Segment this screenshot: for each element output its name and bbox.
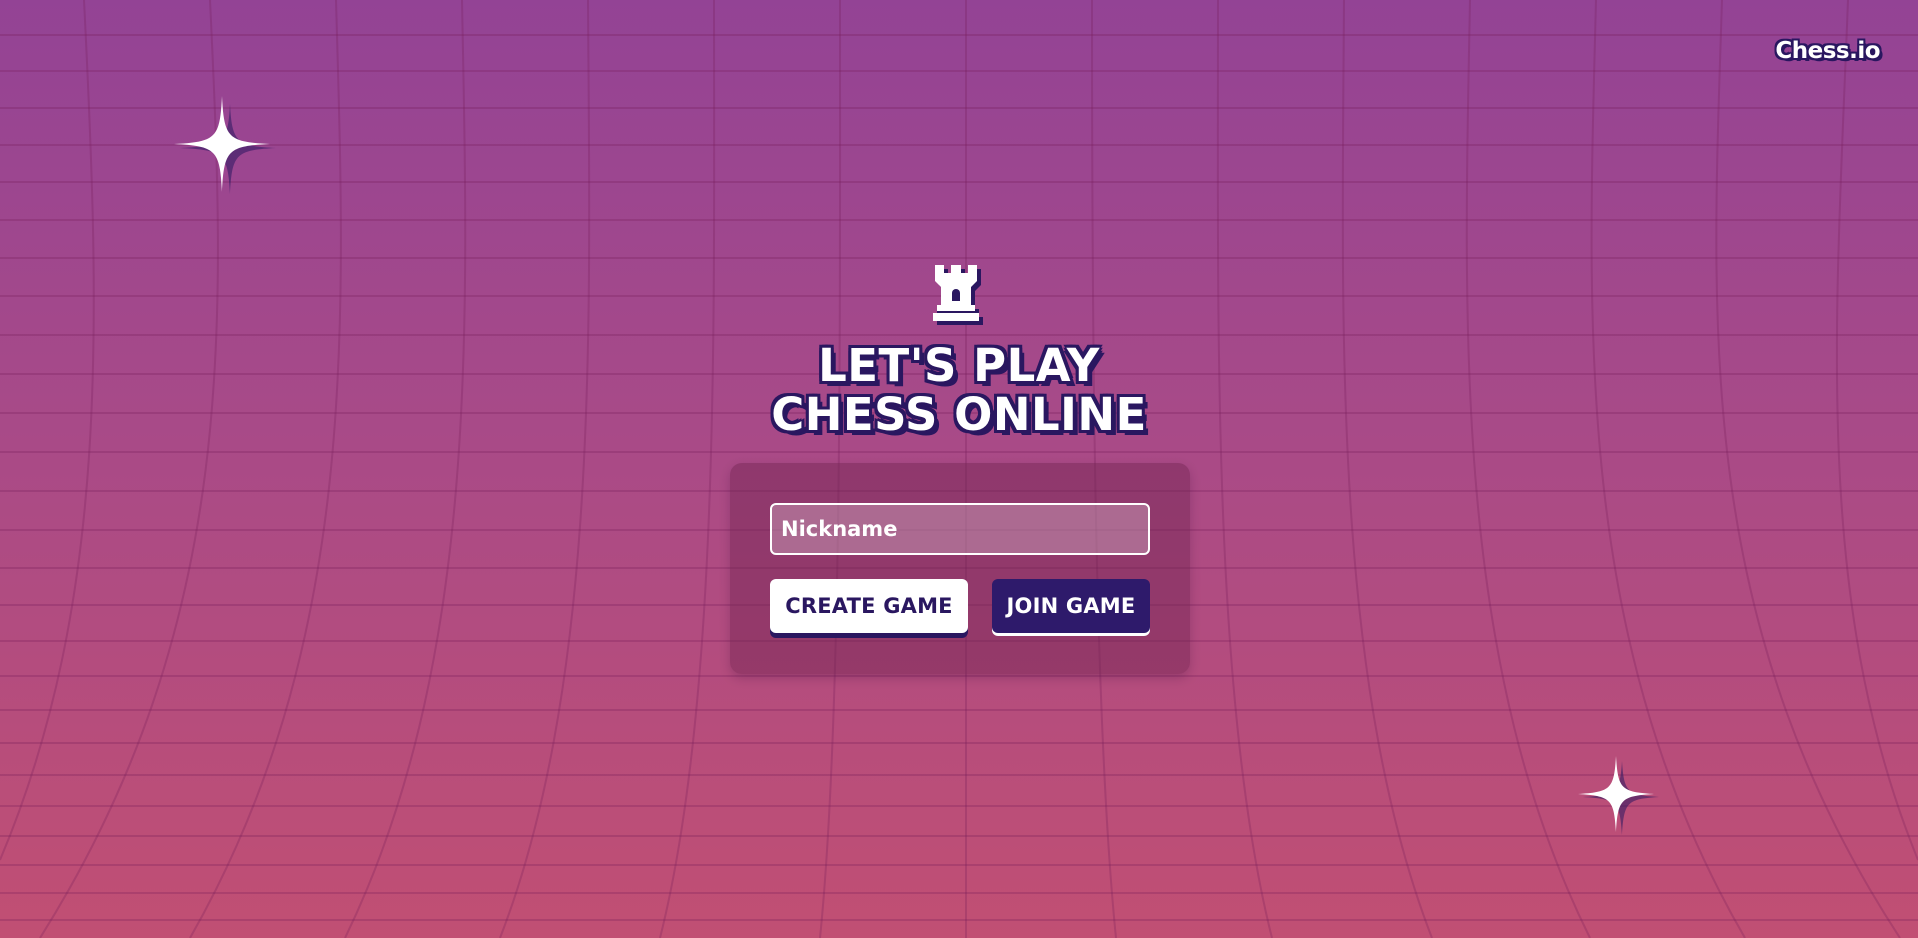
chess-rook-icon [933,265,985,327]
page-title: LET'S PLAY CHESS ONLINE [0,341,1918,439]
nickname-input[interactable] [770,503,1150,555]
brand-logo[interactable]: Chess.io [1775,38,1880,64]
join-game-button[interactable]: JOIN GAME [992,579,1150,633]
sparkle-icon [1578,756,1659,838]
title-line-2: CHESS ONLINE [771,388,1147,441]
hero: LET'S PLAY CHESS ONLINE [0,265,1918,439]
create-game-button[interactable]: CREATE GAME [770,579,968,633]
title-line-1: LET'S PLAY [818,339,1100,392]
sparkle-icon [174,96,277,203]
join-form-card: CREATE GAME JOIN GAME [730,463,1190,674]
